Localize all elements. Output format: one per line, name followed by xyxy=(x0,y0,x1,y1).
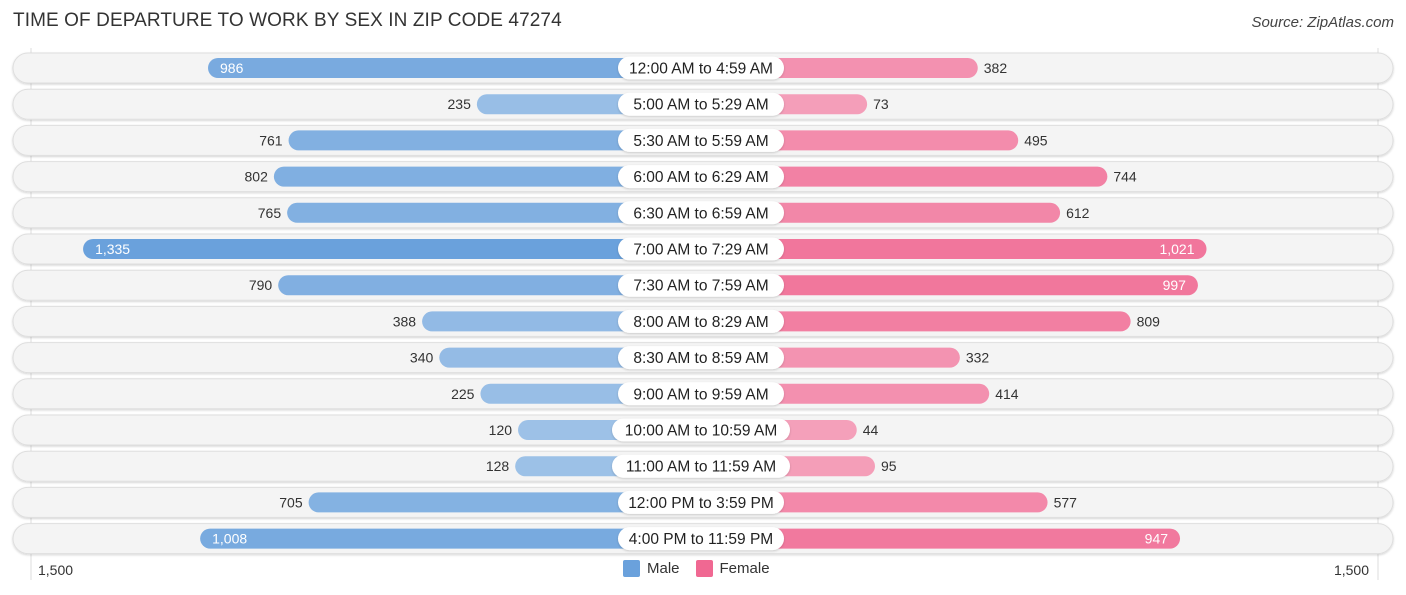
male-value-label: 1,008 xyxy=(212,531,247,547)
male-value-label: 986 xyxy=(220,60,244,76)
category-label: 12:00 PM to 3:59 PM xyxy=(628,495,774,512)
chart-row: 120 44 10:00 AM to 10:59 AM xyxy=(12,414,1394,446)
male-value-label: 225 xyxy=(451,386,475,402)
chart-row: 1,008 947 4:00 PM to 11:59 PM xyxy=(12,523,1394,555)
male-value-label: 1,335 xyxy=(95,241,130,257)
category-label: 8:00 AM to 8:29 AM xyxy=(633,314,768,331)
category-label: 8:30 AM to 8:59 AM xyxy=(633,350,768,367)
female-value-label: 577 xyxy=(1054,494,1078,510)
chart-row: 705 577 12:00 PM to 3:59 PM xyxy=(12,486,1394,518)
female-value-label: 744 xyxy=(1113,169,1137,185)
male-value-label: 705 xyxy=(279,494,303,510)
female-value-label: 414 xyxy=(995,386,1019,402)
female-value-label: 73 xyxy=(873,96,889,112)
male-value-label: 235 xyxy=(448,96,472,112)
legend-label-female: Female xyxy=(719,560,770,577)
male-value-label: 765 xyxy=(258,205,282,221)
female-value-label: 809 xyxy=(1137,313,1161,329)
chart-row: 340 332 8:30 AM to 8:59 AM xyxy=(12,342,1394,374)
category-label: 9:00 AM to 9:59 AM xyxy=(633,386,768,403)
male-value-label: 128 xyxy=(486,458,510,474)
female-value-label: 382 xyxy=(984,60,1008,76)
category-label: 11:00 AM to 11:59 AM xyxy=(626,459,776,476)
male-bar xyxy=(83,239,701,259)
chart-area: 986 382 12:00 AM to 4:59 AM 235 73 5:00 AM to… xyxy=(12,48,1394,580)
axis-label-left: 1,500 xyxy=(38,562,74,578)
male-value-label: 340 xyxy=(410,350,434,366)
female-value-label: 44 xyxy=(863,422,879,438)
male-value-label: 761 xyxy=(259,132,283,148)
chart-row: 802 744 6:00 AM to 6:29 AM xyxy=(12,161,1394,193)
chart-row: 225 414 9:00 AM to 9:59 AM xyxy=(12,378,1394,410)
chart-row: 790 997 7:30 AM to 7:59 AM xyxy=(12,269,1394,301)
category-label: 4:00 PM to 11:59 PM xyxy=(629,531,773,548)
female-value-label: 1,021 xyxy=(1159,241,1194,257)
female-value-label: 997 xyxy=(1163,277,1187,293)
male-value-label: 388 xyxy=(393,313,417,329)
female-value-label: 495 xyxy=(1024,132,1048,148)
chart-row: 765 612 6:30 AM to 6:59 AM xyxy=(12,197,1394,229)
male-value-label: 802 xyxy=(245,169,269,185)
category-label: 5:00 AM to 5:29 AM xyxy=(633,97,768,114)
category-label: 7:00 AM to 7:29 AM xyxy=(633,242,768,259)
chart-row: 388 809 8:00 AM to 8:29 AM xyxy=(12,305,1394,337)
chart-row: 235 73 5:00 AM to 5:29 AM xyxy=(12,88,1394,120)
legend: Male Female xyxy=(623,560,786,577)
female-value-label: 612 xyxy=(1066,205,1090,221)
legend-item-female[interactable]: Female xyxy=(695,560,770,577)
legend-swatch-female xyxy=(695,560,713,577)
male-value-label: 790 xyxy=(249,277,273,293)
chart-row: 128 95 11:00 AM to 11:59 AM xyxy=(12,450,1394,482)
legend-label-male: Male xyxy=(647,560,680,577)
category-label: 12:00 AM to 4:59 AM xyxy=(629,61,773,78)
female-value-label: 332 xyxy=(966,350,990,366)
chart-row: 986 382 12:00 AM to 4:59 AM xyxy=(12,52,1394,84)
category-label: 7:30 AM to 7:59 AM xyxy=(633,278,768,295)
axis-label-right: 1,500 xyxy=(1333,562,1369,578)
legend-item-male[interactable]: Male xyxy=(623,560,680,577)
category-label: 6:30 AM to 6:59 AM xyxy=(633,205,768,222)
female-value-label: 947 xyxy=(1145,531,1169,547)
category-label: 5:30 AM to 5:59 AM xyxy=(633,133,768,150)
female-value-label: 95 xyxy=(881,458,897,474)
category-label: 6:00 AM to 6:29 AM xyxy=(633,169,768,186)
chart-row: 761 495 5:30 AM to 5:59 AM xyxy=(12,124,1394,156)
legend-swatch-male xyxy=(623,560,640,577)
male-value-label: 120 xyxy=(489,422,513,438)
category-label: 10:00 AM to 10:59 AM xyxy=(625,423,778,440)
chart-row: 1,335 1,021 7:00 AM to 7:29 AM xyxy=(12,233,1394,265)
